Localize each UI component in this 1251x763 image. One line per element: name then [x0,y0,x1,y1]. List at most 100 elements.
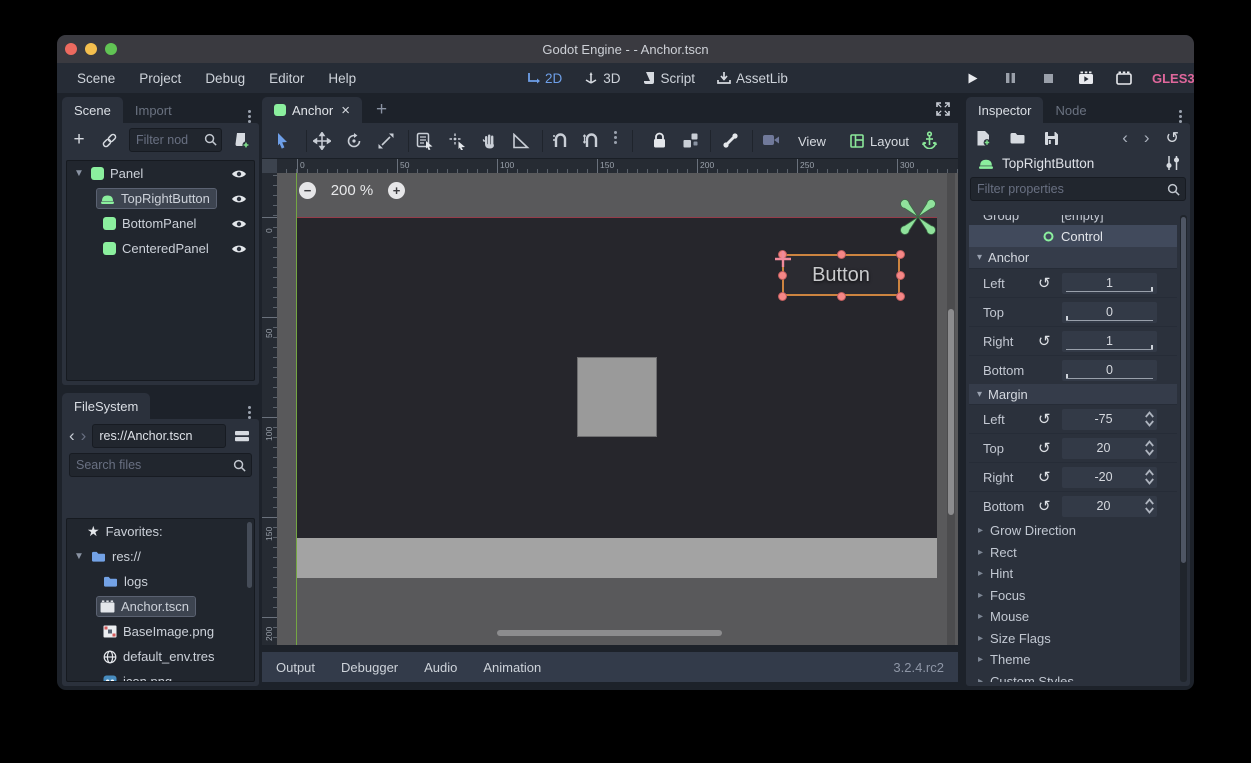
workspace-2d[interactable]: 2D [526,71,562,86]
new-resource-icon[interactable] [973,128,993,148]
camera-override-icon[interactable] [762,133,780,147]
section-grow-direction[interactable]: ▸Grow Direction [969,520,1177,542]
margin-left-value[interactable]: -75 [1062,409,1157,430]
workspace-assetlib[interactable]: AssetLib [717,71,788,86]
visibility-eye-icon[interactable] [231,218,247,230]
pivot-cross-icon[interactable] [773,249,793,269]
section-custom-styles[interactable]: ▸Custom Styles [969,671,1177,683]
section-hint[interactable]: ▸Hint [969,563,1177,585]
revert-icon[interactable]: ↺ [1038,410,1062,428]
fs-row-anchor-tscn[interactable]: Anchor.tscn [67,594,254,619]
margin-top-value[interactable]: 20 [1062,438,1157,459]
prop-row-group-clipped[interactable]: Group [empty] [969,215,1177,225]
tree-row-toprightbutton[interactable]: TopRightButton [67,186,254,211]
anchor-top-value[interactable]: 0 [1062,302,1157,323]
add-node-button[interactable]: + [69,130,89,150]
section-anchor[interactable]: ▾ Anchor [969,247,1177,268]
instance-scene-button[interactable] [99,130,119,150]
zoom-in-button[interactable]: + [388,182,405,199]
anchor-left-value[interactable]: 1 [1062,273,1157,294]
extra-tools-icon[interactable] [1166,155,1180,171]
inspector-scrollbar-track[interactable] [1180,215,1187,682]
section-margin[interactable]: ▾ Margin [969,384,1177,404]
spinner-icon[interactable] [1145,440,1154,456]
scene-dock-menu-icon[interactable] [240,110,259,123]
section-rect[interactable]: ▸Rect [969,542,1177,564]
fs-row-favorites[interactable]: ★ Favorites: [67,519,254,544]
object-history-icon[interactable]: ↺ [1166,128,1179,148]
canvas-vscrollbar-track[interactable] [947,173,955,645]
canvas-hscrollbar-thumb[interactable] [497,630,722,636]
bottom-tab-audio[interactable]: Audio [424,660,457,675]
layout-menu[interactable]: Layout [850,130,909,152]
anchor-mode-icon[interactable] [922,131,937,149]
tree-row-panel[interactable]: ▼ Panel [67,161,254,186]
viewport-canvas[interactable]: Button − 200 % + [277,173,958,645]
bottom-tab-debugger[interactable]: Debugger [341,660,398,675]
zoom-out-button[interactable]: − [299,182,316,199]
save-icon[interactable] [1041,128,1061,148]
section-size-flags[interactable]: ▸Size Flags [969,628,1177,650]
revert-icon[interactable]: ↺ [1038,332,1062,350]
select-tool-icon[interactable] [274,132,291,150]
anchor-bottom-value[interactable]: 0 [1062,360,1157,381]
margin-right-value[interactable]: -20 [1062,467,1157,488]
workspace-script[interactable]: Script [643,71,696,86]
menu-editor[interactable]: Editor [257,71,316,86]
inspector-scrollbar-thumb[interactable] [1181,217,1186,563]
collapse-icon[interactable]: ▼ [73,168,85,179]
collapse-icon[interactable]: ▼ [73,551,85,562]
history-forward-icon[interactable]: › [1144,128,1150,148]
tab-scene[interactable]: Scene [62,97,123,123]
view-menu[interactable]: View [798,130,826,152]
history-back-icon[interactable]: ‹ [1122,128,1128,148]
button-control-node[interactable]: Button [782,254,900,296]
margin-bottom-value[interactable]: 20 [1062,496,1157,517]
renderer-dropdown[interactable]: GLES3 [1152,71,1194,86]
stop-button[interactable] [1038,68,1058,88]
pivot-tool-icon[interactable] [448,132,466,150]
tab-node[interactable]: Node [1043,97,1098,123]
bottom-tab-output[interactable]: Output [276,660,315,675]
category-control[interactable]: Control [969,225,1177,247]
fs-row-logs[interactable]: logs [67,569,254,594]
play-custom-scene-button[interactable] [1114,68,1134,88]
revert-icon[interactable]: ↺ [1038,274,1062,292]
load-resource-folder-icon[interactable] [1007,128,1027,148]
spinner-icon[interactable] [1145,411,1154,427]
ruler-tool-icon[interactable] [512,133,530,149]
tree-row-bottompanel[interactable]: BottomPanel [67,211,254,236]
grid-snap-icon[interactable] [582,132,600,149]
current-path-input[interactable] [92,424,226,448]
selection-handle[interactable] [778,292,787,301]
bottom-tab-animation[interactable]: Animation [483,660,541,675]
scale-tool-icon[interactable] [377,132,395,150]
section-mouse[interactable]: ▸Mouse [969,606,1177,628]
fs-row-res[interactable]: ▼ res:// [67,544,254,569]
tab-filesystem[interactable]: FileSystem [62,393,150,419]
menu-scene[interactable]: Scene [65,71,127,86]
selection-handle[interactable] [896,292,905,301]
rotate-tool-icon[interactable] [345,132,363,150]
fs-row-icon-png[interactable]: icon.png [67,669,254,682]
selection-handle[interactable] [837,292,846,301]
workspace-3d[interactable]: 3D [584,71,620,86]
move-tool-icon[interactable] [313,132,331,150]
selection-handle[interactable] [778,271,787,280]
filesystem-menu-icon[interactable] [240,406,259,419]
visibility-eye-icon[interactable] [231,243,247,255]
menu-debug[interactable]: Debug [193,71,257,86]
attach-script-button[interactable] [232,130,252,150]
spinner-icon[interactable] [1145,498,1154,514]
selection-handle[interactable] [896,250,905,259]
spinner-icon[interactable] [1145,469,1154,485]
tab-import[interactable]: Import [123,97,184,123]
zoom-percent[interactable]: 200 % [326,182,378,199]
visibility-eye-icon[interactable] [231,168,247,180]
revert-icon[interactable]: ↺ [1038,439,1062,457]
inspector-menu-icon[interactable] [1171,110,1190,123]
smart-snap-icon[interactable] [552,132,569,149]
filesystem-scrollbar[interactable] [247,522,252,588]
section-theme[interactable]: ▸Theme [969,649,1177,671]
centered-panel-node[interactable] [577,357,657,437]
